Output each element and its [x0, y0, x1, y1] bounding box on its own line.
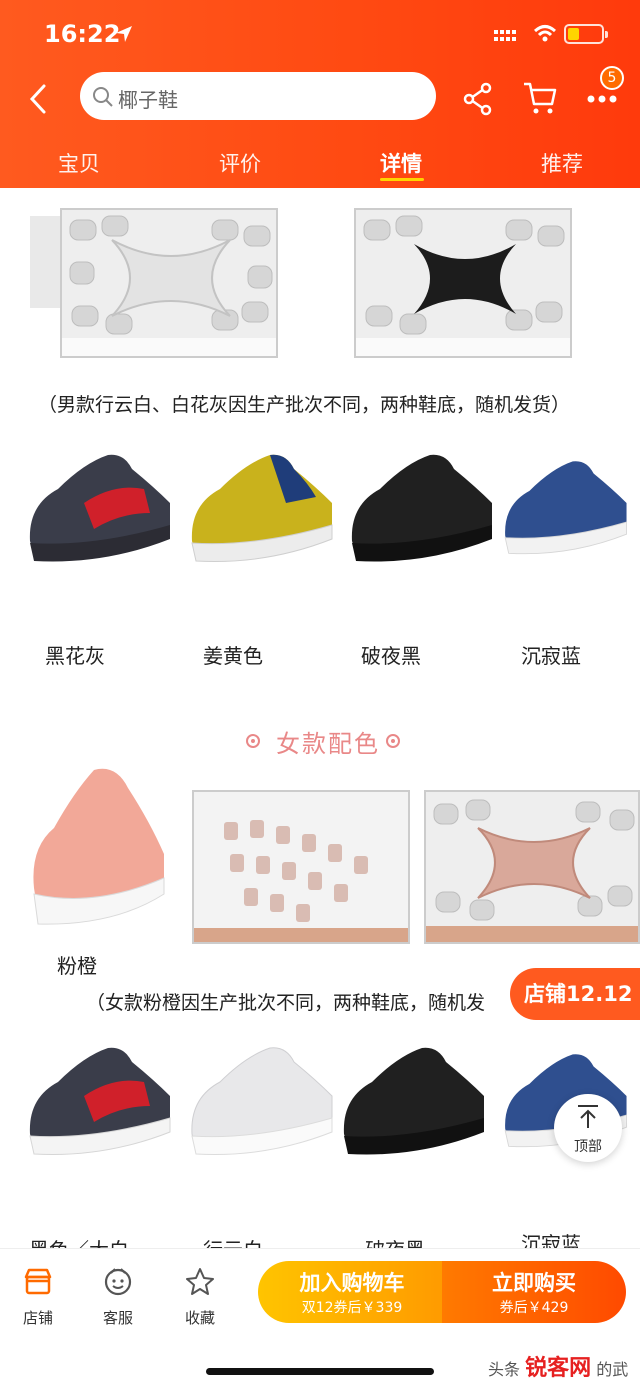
shoe-image-black-white	[29, 1047, 171, 1155]
header: 16:22 椰子鞋 5 宝贝 评价 详情 推荐	[0, 0, 640, 188]
search-placeholder: 椰子鞋	[118, 88, 178, 112]
arrow-up-icon	[578, 1105, 598, 1128]
cart-count-badge: 5	[600, 66, 624, 90]
sole-photo-women-grid	[192, 790, 410, 944]
shoe-image-cloud-white	[191, 1047, 333, 1155]
women-sole-note: （女款粉橙因生产批次不同，两种鞋底，随机发	[86, 992, 486, 1014]
dot-icon	[386, 734, 400, 748]
battery-icon	[564, 24, 608, 44]
store-label: 店铺	[22, 1309, 53, 1327]
shoe-image-night-black	[351, 454, 492, 562]
add-to-cart-button[interactable]: 加入购物车 双12券后￥339	[258, 1261, 446, 1323]
tab-details[interactable]: 详情	[380, 148, 422, 178]
product-detail-content: （男款行云白、白花灰因生产批次不同，两种鞋底，随机发货） 黑花灰 姜黄色 破夜黑…	[0, 188, 640, 1248]
tab-recommend[interactable]: 推荐	[541, 148, 583, 178]
tab-reviews[interactable]: 评价	[219, 148, 261, 178]
wifi-icon	[534, 25, 556, 42]
search-icon	[93, 87, 113, 107]
cart-icon[interactable]	[522, 80, 558, 116]
women-section-label: 女款配色	[276, 730, 380, 758]
men-sole-note: （男款行云白、白花灰因生产批次不同，两种鞋底，随机发货）	[38, 394, 571, 416]
watermark-suffix: 的武	[596, 1360, 629, 1379]
tab-bar: 宝贝 评价 详情 推荐	[0, 138, 640, 184]
back-to-top-button[interactable]: 顶部	[554, 1094, 622, 1162]
watermark-prefix: 头条	[488, 1360, 521, 1379]
shoe-image-pink-orange	[33, 768, 165, 925]
status-time: 16:22	[44, 20, 121, 48]
buy-now-button[interactable]: 立即购买 券后￥429	[442, 1261, 626, 1323]
back-icon[interactable]	[24, 82, 56, 116]
service-face-icon	[104, 1268, 132, 1296]
watermark: 头条 锐客网 的武	[488, 1350, 628, 1382]
sole-photo-women-rose-x	[424, 790, 640, 944]
shoe-image-silent-blue	[504, 461, 627, 555]
signal-icon	[494, 30, 516, 41]
buy-now-price: 券后￥429	[499, 1300, 569, 1316]
service-label: 客服	[102, 1309, 133, 1327]
add-to-cart-price: 双12券后￥339	[301, 1300, 403, 1316]
store-promo-button[interactable]: 店铺12.12	[510, 968, 640, 1020]
color-label: 沉寂蓝	[521, 1232, 581, 1248]
buy-now-label: 立即购买	[492, 1271, 576, 1295]
add-to-cart-label: 加入购物车	[299, 1271, 405, 1295]
dot-icon	[246, 734, 260, 748]
location-arrow-icon	[116, 26, 132, 42]
back-to-top-label: 顶部	[574, 1139, 602, 1155]
color-label: 黑花灰	[45, 644, 105, 668]
watermark-brand: 锐客网	[525, 1356, 592, 1381]
favorite-label: 收藏	[184, 1309, 215, 1327]
sole-photo-white-x	[60, 208, 278, 358]
color-label: 姜黄色	[203, 644, 263, 668]
shoe-image-ginger-yellow	[191, 454, 333, 562]
shoe-image-black-grey	[29, 454, 170, 562]
color-label: 沉寂蓝	[521, 644, 581, 668]
home-indicator	[206, 1368, 434, 1375]
active-tab-indicator	[380, 178, 424, 181]
store-icon	[24, 1268, 52, 1295]
color-label: 破夜黑	[330, 1234, 460, 1248]
color-label: 破夜黑	[361, 644, 421, 668]
color-label: 黑色／大白	[14, 1234, 144, 1248]
decorative-tab	[30, 216, 62, 308]
sole-photo-black-x	[354, 208, 572, 358]
shoe-image-women-night-black	[343, 1047, 484, 1155]
star-icon	[186, 1268, 214, 1295]
tab-item[interactable]: 宝贝	[58, 148, 100, 178]
more-icon[interactable]	[586, 94, 618, 104]
women-section-title: 女款配色	[246, 724, 406, 758]
color-label: 行云白	[168, 1234, 298, 1248]
share-icon[interactable]	[462, 82, 494, 116]
color-label: 粉橙	[57, 954, 97, 978]
